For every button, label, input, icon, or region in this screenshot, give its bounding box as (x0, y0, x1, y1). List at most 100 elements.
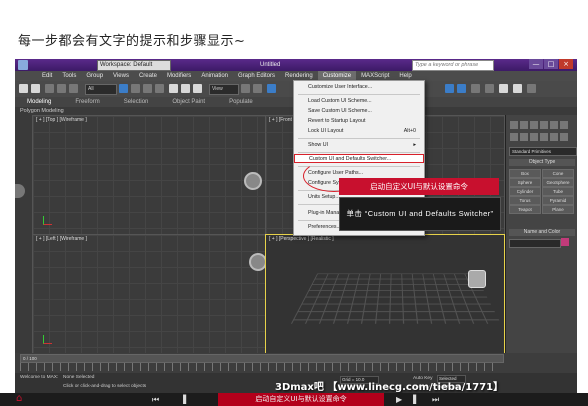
object-name-field[interactable] (509, 239, 561, 248)
redo-icon[interactable] (31, 84, 40, 93)
lights-icon[interactable] (530, 133, 538, 141)
manipulate-icon[interactable] (253, 84, 262, 93)
menu-separator (298, 94, 420, 95)
move-icon[interactable] (169, 84, 178, 93)
teapot-button[interactable]: Teapot (509, 205, 541, 214)
close-button[interactable]: × (559, 59, 573, 69)
menu-tools[interactable]: Tools (57, 71, 81, 81)
menu-item-load-scheme[interactable]: Load Custom UI Scheme... (294, 97, 424, 106)
render-production-icon[interactable] (527, 84, 536, 93)
schematic-view-icon[interactable] (457, 84, 466, 93)
viewport-top-label[interactable]: [ + ] [Top ] [Wireframe ] (36, 117, 87, 123)
tab-populate[interactable]: Populate (217, 97, 265, 107)
rotate-icon[interactable] (181, 84, 190, 93)
prev-chapter-icon[interactable]: ▐ (180, 395, 186, 404)
app-logo-icon[interactable] (18, 60, 28, 70)
play-icon[interactable]: ▶ (396, 395, 402, 404)
create-tab-icon[interactable] (510, 121, 518, 129)
viewport-left[interactable]: [ + ] [Left ] [Wireframe ] (32, 234, 267, 354)
cylinder-button[interactable]: Cylinder (509, 187, 541, 196)
menu-item-save-scheme[interactable]: Save Custom UI Scheme... (294, 107, 424, 116)
spacewarps-icon[interactable] (560, 133, 568, 141)
torus-button[interactable]: Torus (509, 196, 541, 205)
next-chapter-icon[interactable]: ▐ (410, 395, 416, 404)
viewport-top[interactable]: [ + ] [Top ] [Wireframe ] (32, 115, 266, 235)
welcome-label: Welcome to MAX: (20, 375, 59, 380)
menu-item-customize-ui[interactable]: Customize User Interface... (294, 83, 424, 92)
window-buttons: — □ × (529, 59, 573, 69)
hierarchy-tab-icon[interactable] (530, 121, 538, 129)
menu-edit[interactable]: Edit (37, 71, 57, 81)
name-color-header[interactable]: Name and Color (509, 229, 575, 236)
geosphere-button[interactable]: GeoSphere (542, 178, 574, 187)
region-select-icon[interactable] (143, 84, 152, 93)
next-icon[interactable]: ⏭ (432, 395, 439, 404)
object-color-swatch[interactable] (561, 238, 569, 246)
menu-animation[interactable]: Animation (196, 71, 233, 81)
menu-separator (298, 152, 420, 153)
menu-views[interactable]: Views (108, 71, 134, 81)
shapes-icon[interactable] (520, 133, 528, 141)
tab-selection[interactable]: Selection (112, 97, 161, 107)
plane-button[interactable]: Plane (542, 205, 574, 214)
render-setup-icon[interactable] (485, 84, 494, 93)
sphere-button[interactable]: Sphere (509, 178, 541, 187)
render-icon[interactable] (513, 84, 522, 93)
menu-item-custom-ui-switcher[interactable]: Custom UI and Defaults Switcher... (294, 154, 424, 163)
select-object-icon[interactable] (119, 84, 128, 93)
tab-freeform[interactable]: Freeform (63, 97, 111, 107)
utilities-tab-icon[interactable] (560, 121, 568, 129)
window-crossing-icon[interactable] (155, 84, 164, 93)
menu-item-revert-layout[interactable]: Revert to Startup Layout (294, 117, 424, 126)
menu-graph-editors[interactable]: Graph Editors (233, 71, 280, 81)
axis-gizmo-icon (43, 216, 52, 225)
menu-group[interactable]: Group (81, 71, 108, 81)
video-caption: 启动自定义UI与默认设置命令 (255, 395, 347, 403)
undo-icon[interactable] (19, 84, 28, 93)
helpers-icon[interactable] (550, 133, 558, 141)
menu-separator (298, 138, 420, 139)
menu-modifiers[interactable]: Modifiers (162, 71, 196, 81)
primitive-category-select[interactable]: Standard Primitives (509, 147, 577, 156)
scale-icon[interactable] (193, 84, 202, 93)
search-input[interactable]: Type a keyword or phrase (412, 60, 494, 71)
curve-editor-icon[interactable] (445, 84, 454, 93)
home-icon[interactable]: ⌂ (16, 394, 28, 404)
time-ruler[interactable] (20, 363, 500, 371)
cameras-icon[interactable] (540, 133, 548, 141)
viewport-perspective[interactable]: [ + ] [Perspective ] [Realistic ] (265, 234, 505, 354)
tab-object-paint[interactable]: Object Paint (160, 97, 217, 107)
reference-coord-select[interactable]: View (209, 84, 239, 95)
render-frame-icon[interactable] (499, 84, 508, 93)
tab-modeling[interactable]: Modeling (15, 97, 63, 107)
previous-icon[interactable]: ⏮ (152, 395, 159, 404)
motion-tab-icon[interactable] (540, 121, 548, 129)
menu-create[interactable]: Create (134, 71, 162, 81)
tube-button[interactable]: Tube (542, 187, 574, 196)
workspace-select[interactable]: Workspace: Default (97, 60, 171, 71)
menu-item-lock-ui[interactable]: Lock UI Layout Alt+0 (294, 127, 424, 136)
viewport-perspective-label[interactable]: [ + ] [Perspective ] [Realistic ] (269, 236, 334, 242)
object-type-header[interactable]: Object Type (509, 159, 575, 166)
geometry-icon[interactable] (510, 133, 518, 141)
bind-icon[interactable] (69, 84, 78, 93)
time-slider[interactable]: 0 / 100 (20, 354, 504, 363)
viewcube-icon[interactable] (468, 270, 486, 288)
display-tab-icon[interactable] (550, 121, 558, 129)
select-by-name-icon[interactable] (131, 84, 140, 93)
link-icon[interactable] (45, 84, 54, 93)
viewport-top-object[interactable] (244, 172, 262, 190)
material-editor-icon[interactable] (471, 84, 480, 93)
snap-icon[interactable] (267, 84, 276, 93)
box-button[interactable]: Box (509, 169, 541, 178)
pivot-icon[interactable] (241, 84, 250, 93)
menu-item-show-ui[interactable]: Show UI ▸ (294, 141, 424, 150)
viewport-left-label[interactable]: [ + ] [Left ] [Wireframe ] (36, 236, 87, 242)
cone-button[interactable]: Cone (542, 169, 574, 178)
maximize-button[interactable]: □ (544, 59, 558, 69)
selection-filter-select[interactable]: All (85, 84, 117, 95)
modify-tab-icon[interactable] (520, 121, 528, 129)
pyramid-button[interactable]: Pyramid (542, 196, 574, 205)
unlink-icon[interactable] (57, 84, 66, 93)
minimize-button[interactable]: — (529, 59, 543, 69)
